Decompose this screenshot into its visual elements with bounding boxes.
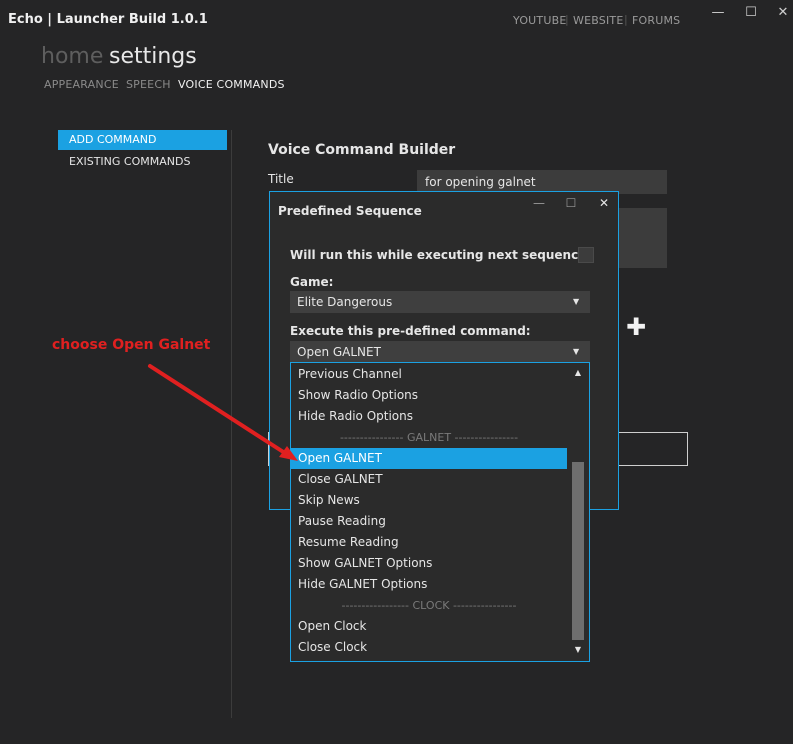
scrollbar-thumb[interactable] (572, 462, 584, 640)
sidebar-item-existing-commands[interactable]: EXISTING COMMANDS (69, 155, 190, 168)
maximize-button[interactable]: ☐ (742, 5, 760, 20)
list-item[interactable]: Open Clock (291, 616, 567, 637)
link-separator: | (624, 13, 628, 26)
dialog-maximize-button[interactable]: ☐ (564, 196, 578, 210)
list-item-selected[interactable]: Open GALNET (291, 448, 567, 469)
tab-appearance[interactable]: APPEARANCE (44, 78, 119, 91)
list-item[interactable]: Pause Reading (291, 511, 567, 532)
chevron-down-icon: ▼ (573, 347, 580, 356)
minimize-button[interactable]: — (709, 5, 727, 20)
title-label: Title (268, 172, 294, 186)
annotation-text: choose Open Galnet (52, 337, 211, 353)
link-separator: | (565, 13, 569, 26)
sidebar-item-add-command[interactable]: ADD COMMAND (58, 130, 227, 150)
command-select[interactable]: Open GALNET (290, 341, 590, 363)
list-separator-clock: ----------------- CLOCK ---------------- (341, 599, 517, 612)
app-title: Echo | Launcher Build 1.0.1 (8, 12, 208, 27)
nav-settings[interactable]: settings (109, 44, 197, 69)
list-item[interactable]: Show GALNET Options (291, 553, 567, 574)
list-item[interactable]: Previous Channel (291, 364, 567, 385)
dialog-close-button[interactable]: ✕ (597, 196, 611, 210)
list-item[interactable]: Show Radio Options (291, 385, 567, 406)
chevron-down-icon: ▼ (573, 297, 580, 306)
list-item[interactable]: Hide GALNET Options (291, 574, 567, 595)
game-select[interactable]: Elite Dangerous (290, 291, 590, 313)
website-link[interactable]: WEBSITE (573, 14, 623, 27)
list-item[interactable]: Close GALNET (291, 469, 567, 490)
dialog-title: Predefined Sequence (278, 204, 422, 218)
tab-speech[interactable]: SPEECH (126, 78, 171, 91)
list-item[interactable]: Hide Radio Options (291, 406, 567, 427)
list-separator-galnet: ---------------- GALNET ---------------- (339, 431, 519, 444)
add-icon[interactable]: ✚ (624, 314, 648, 340)
list-item[interactable]: Skip News (291, 490, 567, 511)
next-sequence-checkbox[interactable] (578, 247, 594, 263)
youtube-link[interactable]: YOUTUBE (513, 14, 567, 27)
game-label: Game: (290, 275, 334, 289)
next-sequence-label: Will run this while executing next seque… (290, 248, 592, 262)
command-label: Execute this pre-defined command: (290, 324, 531, 338)
sidebar-divider (231, 130, 232, 718)
tab-voice-commands[interactable]: VOICE COMMANDS (178, 78, 285, 91)
nav-home[interactable]: home (41, 44, 103, 69)
scroll-down-icon[interactable]: ▼ (572, 645, 584, 654)
scroll-up-icon[interactable]: ▲ (572, 368, 584, 377)
close-button[interactable]: ✕ (774, 5, 792, 20)
forums-link[interactable]: FORUMS (632, 14, 680, 27)
builder-heading: Voice Command Builder (268, 142, 456, 158)
list-item[interactable]: Close Clock (291, 637, 567, 658)
dialog-minimize-button[interactable]: — (532, 196, 546, 210)
list-item[interactable]: Resume Reading (291, 532, 567, 553)
